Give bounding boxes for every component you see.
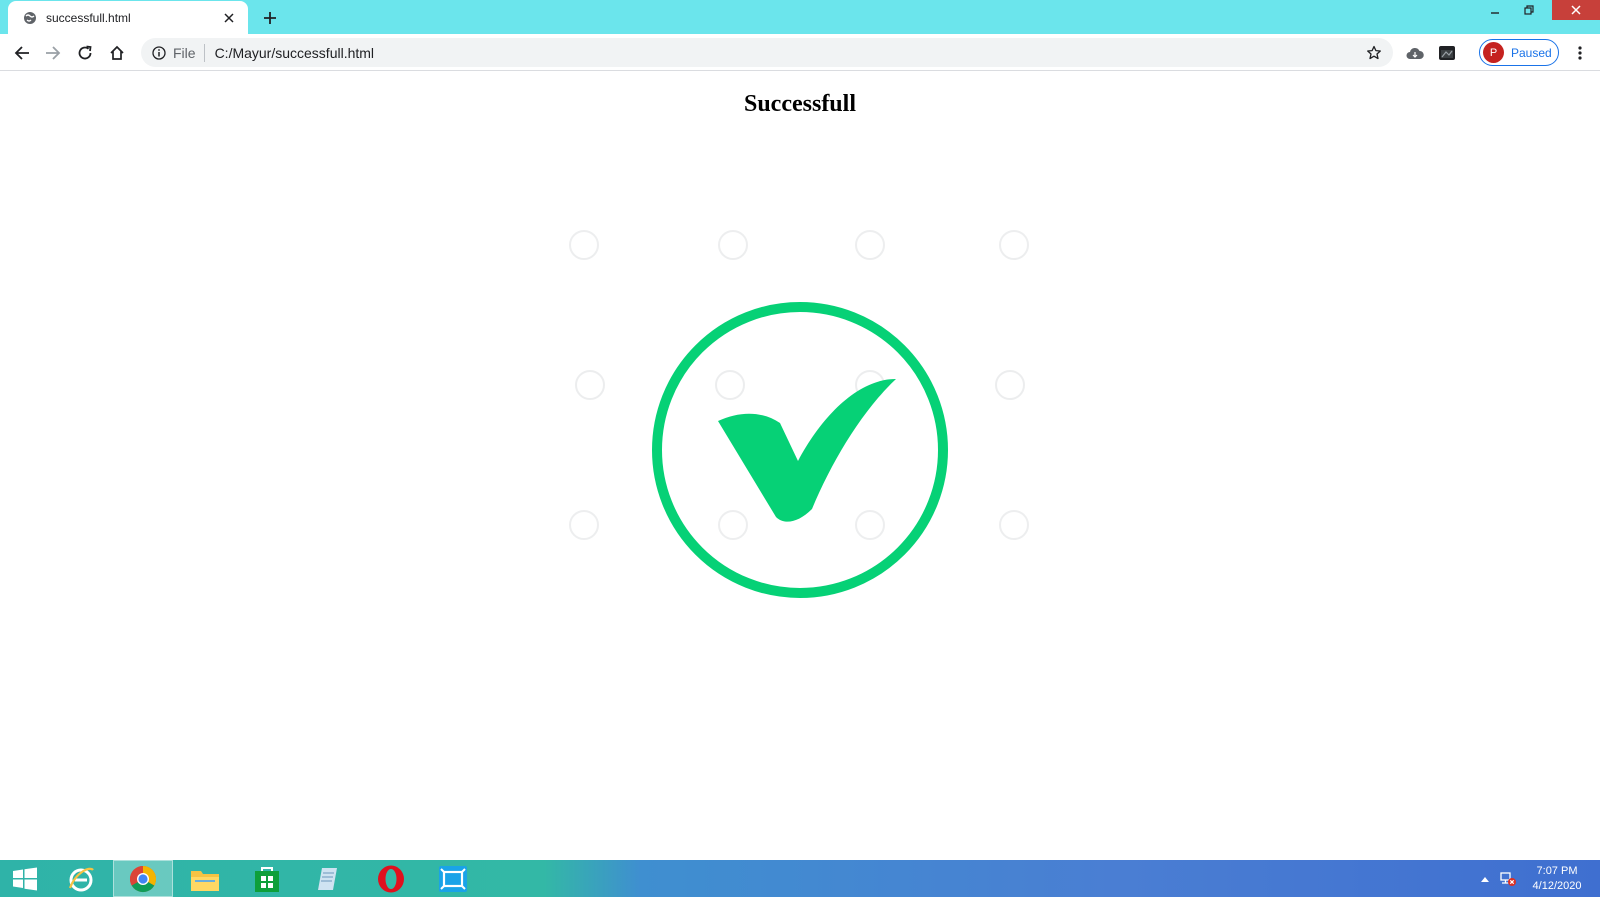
internet-explorer-icon[interactable] — [51, 860, 111, 897]
file-explorer-icon[interactable] — [175, 860, 235, 897]
cloud-extension-icon[interactable] — [1401, 39, 1429, 67]
browser-toolbar: File C:/Mayur/successfull.html P Paused — [0, 34, 1600, 71]
chrome-icon[interactable] — [113, 860, 173, 897]
clock-date: 4/12/2020 — [1532, 879, 1582, 892]
reload-button[interactable] — [71, 39, 99, 67]
extension-icon[interactable] — [1433, 39, 1461, 67]
tab-successfull[interactable]: successfull.html — [8, 1, 248, 34]
restore-button[interactable] — [1516, 0, 1542, 20]
home-button[interactable] — [103, 39, 131, 67]
minimize-button[interactable] — [1482, 0, 1508, 20]
back-button[interactable] — [8, 39, 36, 67]
scheme-label: File — [173, 44, 196, 61]
watermark — [569, 230, 1029, 680]
bookmark-star-icon[interactable] — [1361, 40, 1387, 66]
page-content: Successfull — [0, 71, 1600, 860]
clock-time: 7:07 PM — [1536, 864, 1578, 877]
profile-button[interactable]: P Paused — [1479, 39, 1559, 66]
page-title: Successfull — [743, 91, 856, 117]
new-tab-button[interactable] — [258, 6, 282, 30]
windows-start-button[interactable] — [0, 860, 50, 897]
network-error-icon[interactable] — [1494, 871, 1522, 887]
notepad-icon[interactable] — [299, 860, 359, 897]
address-bar[interactable]: File C:/Mayur/successfull.html — [141, 38, 1393, 67]
info-icon[interactable] — [151, 45, 167, 61]
menu-kebab-icon[interactable] — [1566, 39, 1594, 67]
tab-title: successfull.html — [46, 10, 131, 25]
clock[interactable]: 7:07 PM 4/12/2020 — [1522, 864, 1592, 894]
tab-strip: successfull.html — [0, 0, 1600, 34]
divider — [203, 43, 205, 62]
forward-button[interactable] — [39, 39, 67, 67]
checkmark-circle-icon — [652, 302, 948, 598]
globe-icon — [22, 10, 38, 26]
avatar: P — [1483, 42, 1504, 63]
chevron-up-icon[interactable] — [1476, 876, 1494, 882]
success-image — [540, 141, 1060, 680]
camera-app-icon[interactable] — [423, 860, 483, 897]
windows-taskbar: 7:07 PM 4/12/2020 — [0, 860, 1600, 897]
opera-icon[interactable] — [361, 860, 421, 897]
store-icon[interactable] — [237, 860, 297, 897]
profile-status: Paused — [1511, 45, 1552, 60]
system-tray: 7:07 PM 4/12/2020 — [1476, 860, 1600, 897]
url-text[interactable]: C:/Mayur/successfull.html — [215, 45, 1361, 61]
close-window-button[interactable] — [1552, 0, 1600, 20]
close-tab-icon[interactable] — [220, 9, 238, 27]
